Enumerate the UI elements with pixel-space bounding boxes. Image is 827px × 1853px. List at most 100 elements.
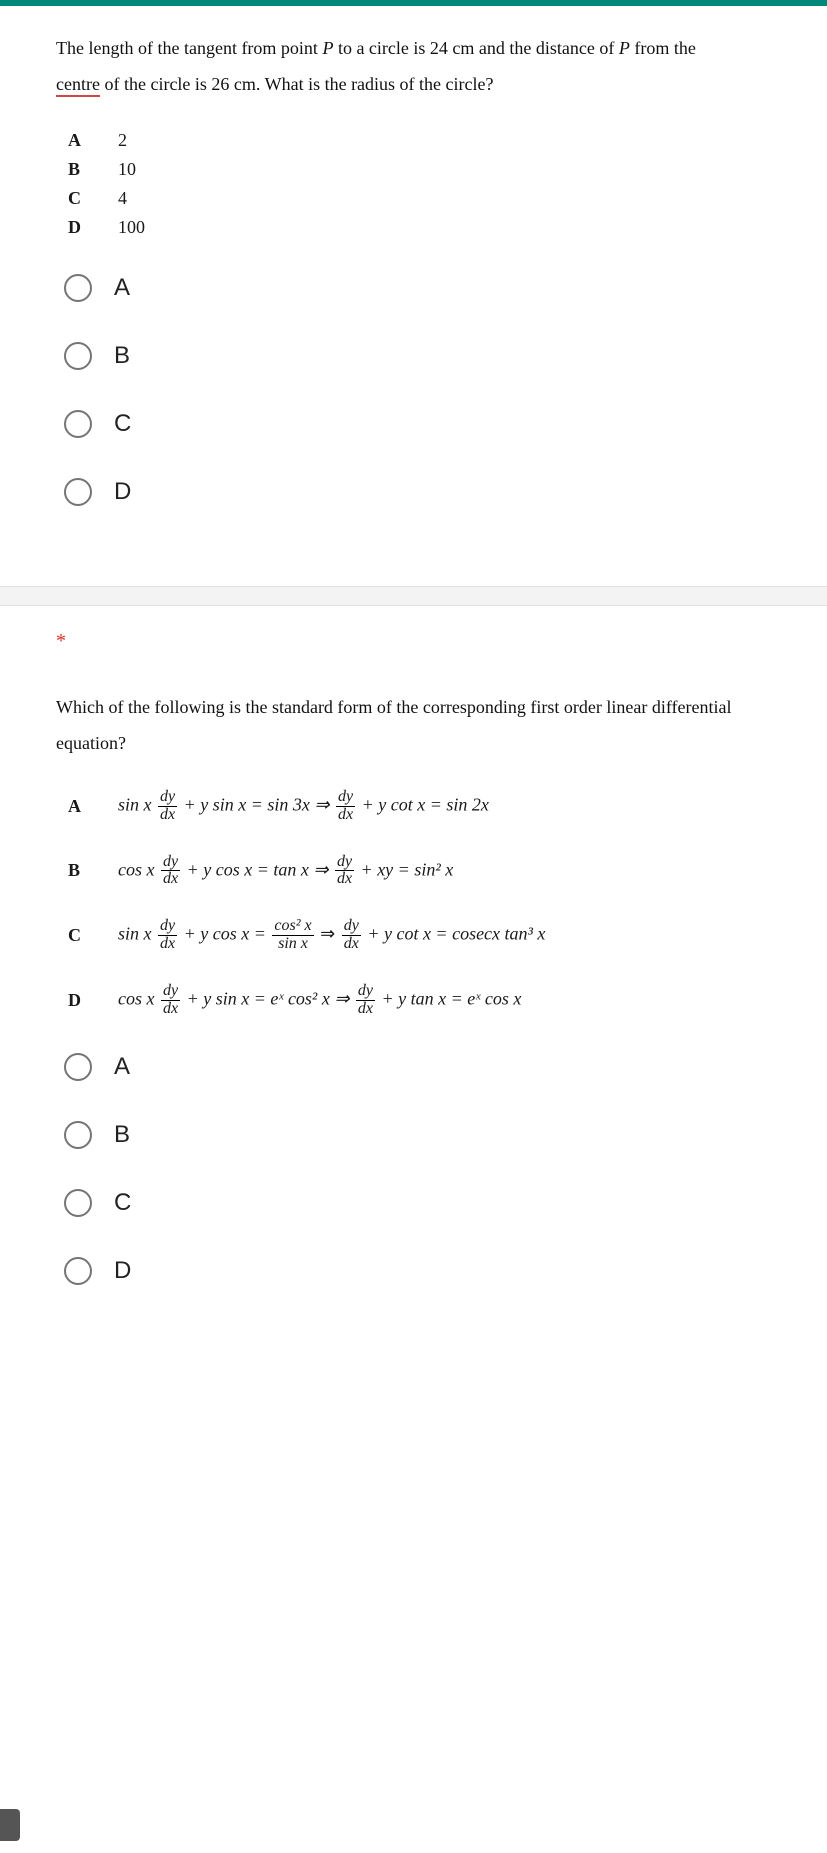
frac-num: dy: [342, 918, 361, 936]
eq-part: + y sin x = eˣ cos² x ⇒: [187, 988, 354, 1008]
q1-option-row: B 10: [68, 159, 771, 180]
side-tab-icon[interactable]: [0, 1809, 20, 1841]
eq-part: + y cos x =: [184, 924, 271, 944]
eq-part: + y cos x = tan x ⇒: [187, 859, 333, 879]
radio-option-c[interactable]: C: [64, 1189, 771, 1217]
question-1: The length of the tangent from point P t…: [0, 6, 827, 586]
radio-label: C: [114, 410, 131, 438]
frac-den: sin x: [276, 936, 310, 953]
radio-label: C: [114, 1189, 131, 1217]
frac-den: dx: [356, 1001, 375, 1018]
equation: sin x dydx + y sin x = sin 3x ⇒ dydx + y…: [118, 789, 489, 824]
radio-icon: [64, 274, 92, 302]
question-divider: [0, 586, 827, 606]
fraction: dydx: [342, 918, 361, 953]
eq-part: + y tan x = eˣ cos x: [382, 988, 522, 1008]
radio-option-a[interactable]: A: [64, 1053, 771, 1081]
radio-label: B: [114, 342, 130, 370]
fraction: dydx: [335, 854, 354, 889]
radio-icon: [64, 1189, 92, 1217]
q1-t1: The length of the tangent from point: [56, 38, 322, 58]
frac-num: dy: [336, 789, 355, 807]
radio-label: D: [114, 478, 131, 506]
q2-option-row: B cos x dydx + y cos x = tan x ⇒ dydx + …: [68, 854, 771, 889]
radio-icon: [64, 1121, 92, 1149]
eq-part: cos x: [118, 859, 154, 879]
frac-num: dy: [158, 789, 177, 807]
q1-option-row: C 4: [68, 188, 771, 209]
option-value: 4: [118, 188, 127, 209]
radio-option-c[interactable]: C: [64, 410, 771, 438]
radio-icon: [64, 478, 92, 506]
eq-part: ⇒: [320, 924, 340, 944]
required-star-icon: *: [56, 630, 771, 653]
fraction: cos² xsin x: [272, 918, 313, 953]
eq-part: sin x: [118, 794, 152, 814]
eq-part: + y sin x = sin 3x ⇒: [184, 794, 334, 814]
radio-icon: [64, 342, 92, 370]
option-label: A: [68, 130, 118, 151]
frac-den: dx: [161, 871, 180, 888]
radio-label: D: [114, 1257, 131, 1285]
frac-den: dx: [342, 936, 361, 953]
fraction: dydx: [356, 983, 375, 1018]
option-label: A: [68, 796, 118, 817]
q2-radio-group: A B C D: [64, 1053, 771, 1285]
q1-underlined: centre: [56, 75, 100, 97]
frac-den: dx: [161, 1001, 180, 1018]
frac-num: dy: [356, 983, 375, 1001]
frac-num: dy: [335, 854, 354, 872]
eq-part: + y cot x = cosecx tan³ x: [367, 924, 545, 944]
fraction: dydx: [336, 789, 355, 824]
question-2-text: Which of the following is the standard f…: [56, 689, 771, 761]
frac-den: dx: [335, 871, 354, 888]
eq-part: + xy = sin² x: [361, 859, 454, 879]
option-label: C: [68, 188, 118, 209]
frac-num: dy: [161, 854, 180, 872]
question-2: * Which of the following is the standard…: [0, 606, 827, 1365]
option-label: B: [68, 159, 118, 180]
fraction: dydx: [161, 854, 180, 889]
q2-option-row: C sin x dydx + y cos x = cos² xsin x ⇒ d…: [68, 918, 771, 953]
q1-t4: of the circle is 26 cm. What is the radi…: [100, 74, 494, 94]
q1-t3: from the: [630, 38, 696, 58]
q1-options-list: A 2 B 10 C 4 D 100: [68, 130, 771, 238]
radio-icon: [64, 1053, 92, 1081]
frac-den: dx: [158, 936, 177, 953]
frac-den: dx: [158, 807, 177, 824]
radio-label: A: [114, 1053, 130, 1081]
radio-icon: [64, 410, 92, 438]
eq-part: sin x: [118, 924, 152, 944]
q1-radio-group: A B C D: [64, 274, 771, 506]
option-label: D: [68, 990, 118, 1011]
q1-option-row: D 100: [68, 217, 771, 238]
q2-options-list: A sin x dydx + y sin x = sin 3x ⇒ dydx +…: [68, 789, 771, 1017]
radio-option-d[interactable]: D: [64, 1257, 771, 1285]
option-label: C: [68, 925, 118, 946]
fraction: dydx: [158, 918, 177, 953]
radio-option-b[interactable]: B: [64, 1121, 771, 1149]
equation: cos x dydx + y cos x = tan x ⇒ dydx + xy…: [118, 854, 453, 889]
fraction: dydx: [161, 983, 180, 1018]
option-label: B: [68, 860, 118, 881]
radio-option-a[interactable]: A: [64, 274, 771, 302]
option-label: D: [68, 217, 118, 238]
frac-num: dy: [158, 918, 177, 936]
radio-label: B: [114, 1121, 130, 1149]
frac-num: cos² x: [272, 918, 313, 936]
option-value: 100: [118, 217, 145, 238]
q2-option-row: A sin x dydx + y sin x = sin 3x ⇒ dydx +…: [68, 789, 771, 824]
eq-part: + y cot x = sin 2x: [362, 794, 489, 814]
equation: cos x dydx + y sin x = eˣ cos² x ⇒ dydx …: [118, 983, 521, 1018]
equation: sin x dydx + y cos x = cos² xsin x ⇒ dyd…: [118, 918, 545, 953]
eq-part: cos x: [118, 988, 154, 1008]
radio-option-d[interactable]: D: [64, 478, 771, 506]
frac-den: dx: [336, 807, 355, 824]
q2-option-row: D cos x dydx + y sin x = eˣ cos² x ⇒ dyd…: [68, 983, 771, 1018]
question-1-text: The length of the tangent from point P t…: [56, 30, 771, 102]
q1-italic2: P: [619, 38, 630, 58]
radio-option-b[interactable]: B: [64, 342, 771, 370]
radio-label: A: [114, 274, 130, 302]
q1-option-row: A 2: [68, 130, 771, 151]
fraction: dydx: [158, 789, 177, 824]
